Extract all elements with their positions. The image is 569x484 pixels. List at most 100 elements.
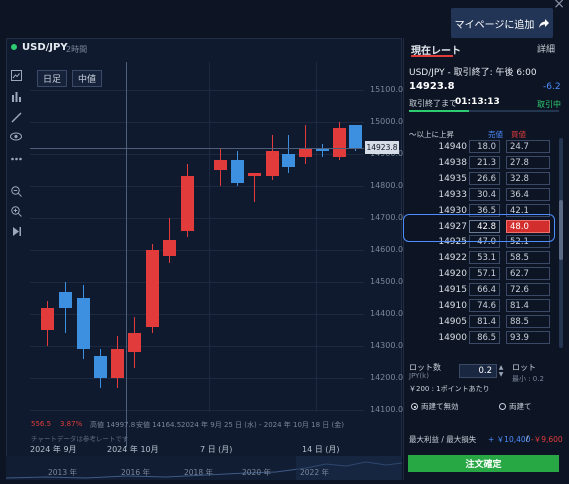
tab-details[interactable]: 詳細	[537, 42, 555, 55]
radio-hedge-disabled[interactable]: 両建て無効	[411, 401, 459, 412]
crosshair-horizontal	[30, 148, 364, 149]
grid-line	[30, 250, 364, 251]
grid-line	[316, 62, 317, 412]
strike-header: 〜以上に上昇	[409, 130, 454, 139]
lot-unit: JPY(k)	[409, 372, 429, 380]
bid-cell[interactable]: 74.6	[469, 299, 500, 312]
rate-row[interactable]: 14935 26.6 32.8	[409, 171, 555, 187]
candle-body[interactable]	[299, 147, 312, 158]
grid-line	[30, 186, 364, 187]
candle-body[interactable]	[214, 160, 227, 170]
eye-icon[interactable]	[10, 132, 22, 144]
radio-hedge[interactable]: 両建て	[499, 401, 532, 412]
ask-cell[interactable]: 58.5	[506, 251, 550, 265]
candle-body[interactable]	[248, 173, 261, 177]
rate-row[interactable]: 14940 18.0 24.7	[409, 140, 555, 155]
bid-cell[interactable]: 81.4	[469, 314, 500, 328]
bid-cell[interactable]: 66.4	[469, 283, 500, 297]
candle-body[interactable]	[146, 250, 159, 327]
candle-body[interactable]	[181, 176, 194, 231]
info-change-points: 556.5	[31, 420, 52, 428]
mid-price-button[interactable]: 中値	[72, 70, 102, 87]
candle-body[interactable]	[59, 291, 72, 308]
candle-body[interactable]	[94, 355, 107, 378]
rate-row[interactable]: 14900 86.5 93.9	[409, 330, 555, 346]
rate-row[interactable]: 14933 30.4 36.4	[409, 187, 555, 203]
candle-body[interactable]	[282, 154, 295, 167]
bid-cell[interactable]: 86.5	[469, 330, 500, 344]
candle-wick	[65, 282, 66, 334]
chart-timeframe[interactable]: 2時間	[66, 44, 87, 55]
lot-input[interactable]: 0.2	[459, 364, 497, 378]
rate-row[interactable]: 14938 21.3 27.8	[409, 155, 555, 171]
bid-header: 売値	[488, 130, 503, 139]
daily-button[interactable]: 日足	[37, 70, 67, 87]
image-icon[interactable]	[10, 70, 22, 82]
candle-body[interactable]	[111, 349, 124, 378]
candle-body[interactable]	[77, 298, 90, 350]
rate-row[interactable]: 14922 53.1 58.5	[409, 251, 555, 266]
pl-label: 最大利益 / 最大損失	[409, 435, 477, 444]
strike-price: 14910	[438, 301, 467, 311]
candle-body[interactable]	[128, 333, 141, 353]
ask-cell[interactable]: 88.5	[506, 314, 550, 328]
bar-chart-icon[interactable]	[10, 91, 22, 103]
ask-cell[interactable]: 62.7	[506, 267, 550, 281]
close-icon[interactable]: ×	[553, 0, 565, 12]
mini-label: 2020 年	[242, 468, 271, 477]
add-to-mypage-button[interactable]: マイページに追加	[451, 8, 553, 38]
rate-row[interactable]: 14920 57.1 62.7	[409, 267, 555, 282]
selected-row-highlight	[403, 214, 555, 242]
skip-end-icon[interactable]	[10, 226, 22, 238]
scrollbar-thumb[interactable]	[559, 200, 563, 260]
ask-cell[interactable]: 27.8	[506, 155, 550, 169]
ask-cell[interactable]: 36.4	[506, 187, 550, 201]
rate-row[interactable]: 14910 74.6 81.4	[409, 299, 555, 314]
bid-cell[interactable]: 53.1	[469, 251, 500, 265]
candle-body[interactable]	[266, 150, 279, 177]
candle-body[interactable]	[349, 125, 362, 148]
active-tab-underline	[411, 55, 453, 57]
bid-cell[interactable]: 30.4	[469, 187, 500, 201]
close-countdown-timer: 01:13:13	[455, 97, 500, 107]
strike-price: 14905	[438, 316, 467, 327]
ask-cell[interactable]: 81.4	[506, 299, 550, 312]
strike-price: 14940	[438, 142, 467, 152]
bid-cell[interactable]: 18.0	[469, 140, 500, 153]
zoom-out-icon[interactable]	[10, 186, 22, 198]
candle-wick	[322, 144, 323, 158]
lot-min: 最小 : 0.2	[512, 375, 544, 383]
radio-label: 両建て無効	[421, 402, 459, 411]
max-loss: -￥9,600	[531, 435, 563, 444]
candle-body[interactable]	[333, 128, 346, 158]
mini-label: 2022 年	[300, 468, 329, 477]
bid-cell[interactable]: 26.6	[469, 171, 500, 185]
info-change-percent: 3.87%	[60, 420, 83, 428]
pair-close-info: USD/JPY - 取引終了: 午後 6:00	[409, 68, 537, 78]
price-change: -6.2	[543, 82, 561, 92]
rate-row[interactable]: 14905 81.4 88.5	[409, 314, 555, 330]
lot-stepper-icon[interactable]: ▲ ▼	[497, 364, 505, 378]
candle-body[interactable]	[163, 240, 176, 257]
rate-row[interactable]: 14915 66.4 72.6	[409, 283, 555, 298]
zoom-in-icon[interactable]	[10, 206, 22, 218]
bid-cell[interactable]: 57.1	[469, 267, 500, 281]
candle-body[interactable]	[231, 160, 244, 183]
ask-cell[interactable]: 24.7	[506, 140, 550, 153]
confirm-order-button[interactable]: 注文確定	[408, 455, 559, 472]
mini-label: 2013 年	[48, 468, 77, 477]
ask-cell[interactable]: 93.9	[506, 330, 550, 344]
grid-line	[30, 282, 364, 283]
grid-line	[209, 62, 210, 412]
ask-cell[interactable]: 32.8	[506, 171, 550, 185]
grid-line	[30, 410, 364, 411]
radio-off-icon	[499, 403, 506, 410]
more-icon[interactable]	[10, 152, 22, 164]
lot-right-label: ロット	[512, 363, 536, 372]
ask-cell[interactable]: 72.6	[506, 283, 550, 297]
x-label: 7 日 (月)	[200, 445, 233, 454]
candle-body[interactable]	[41, 307, 54, 330]
y-tick-label: 14500.0	[370, 277, 404, 286]
bid-cell[interactable]: 21.3	[469, 155, 500, 169]
draw-line-icon[interactable]	[10, 112, 22, 124]
